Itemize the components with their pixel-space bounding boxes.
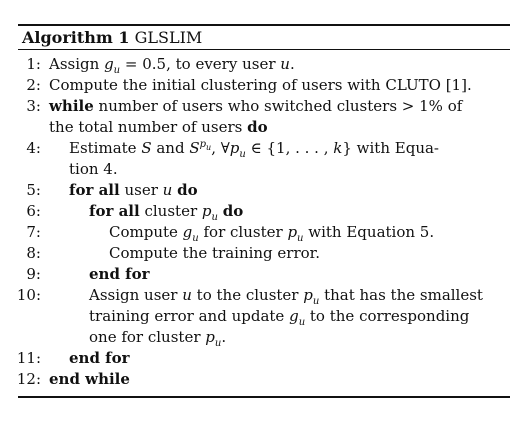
header-rule (18, 49, 510, 50)
step-text: cluster pu (144, 202, 218, 223)
step-2: 2: Compute the initial clustering of use… (0, 75, 520, 96)
top-rule (18, 24, 510, 26)
step-text: Compute the training error. (109, 244, 320, 262)
keyword-end-for: end for (89, 265, 150, 283)
bottom-rule (18, 396, 510, 398)
line-number: 1: (26, 55, 41, 73)
keyword-while: while (49, 97, 94, 115)
keyword-for-all: for all (89, 202, 140, 220)
step-10-continuation: training error and update gu to the corr… (0, 306, 520, 328)
line-number: 6: (26, 202, 41, 220)
step-11: 11: end for (0, 348, 520, 369)
step-5: 5: for all user u do (0, 180, 520, 201)
line-number: 11: (16, 349, 41, 367)
step-text: the total number of users (49, 118, 243, 136)
step-text: Assign gu = 0.5, to every user u. (49, 55, 295, 76)
step-7: 7: Compute gu for cluster pu with Equati… (0, 222, 520, 244)
step-10-continuation: one for cluster pu. (0, 327, 520, 349)
keyword-end-for: end for (69, 349, 130, 367)
step-3: 3: while number of users who switched cl… (0, 96, 520, 117)
step-3-continuation: the total number of users do (0, 117, 520, 138)
step-12: 12: end while (0, 369, 520, 390)
step-text: user u (124, 181, 173, 199)
step-text: training error and update gu to the corr… (89, 307, 470, 328)
line-number: 5: (26, 181, 41, 199)
step-4: 4: Estimate S and Spu, ∀pu ∈ {1, . . . ,… (0, 138, 520, 160)
line-number: 9: (26, 265, 41, 283)
step-text: tion 4. (69, 160, 118, 178)
step-text: Compute gu for cluster pu with Equation … (109, 223, 435, 244)
algorithm-name: GLSLIM (134, 28, 203, 47)
line-number: 3: (26, 97, 41, 115)
line-number: 8: (26, 244, 41, 262)
line-number: 4: (26, 139, 41, 157)
step-6: 6: for all cluster pu do (0, 201, 520, 223)
line-number: 12: (16, 370, 41, 388)
step-text: Compute the initial clustering of users … (49, 76, 472, 94)
algorithm-body: 1: Assign gu = 0.5, to every user u. 2: … (0, 54, 520, 390)
step-9: 9: end for (0, 264, 520, 285)
step-4-continuation: tion 4. (0, 159, 520, 180)
algorithm-title: Algorithm 1 GLSLIM (22, 28, 202, 48)
step-text: one for cluster pu. (89, 328, 227, 349)
keyword-for-all: for all (69, 181, 120, 199)
line-number: 10: (16, 286, 41, 304)
keyword-do: do (177, 181, 198, 199)
algorithm-label: Algorithm 1 (22, 28, 130, 47)
line-number: 7: (26, 223, 41, 241)
keyword-end-while: end while (49, 370, 130, 388)
step-10: 10: Assign user u to the cluster pu that… (0, 285, 520, 307)
step-1: 1: Assign gu = 0.5, to every user u. (0, 54, 520, 76)
keyword-do: do (222, 202, 244, 220)
step-8: 8: Compute the training error. (0, 243, 520, 264)
step-text: number of users who switched clusters > … (98, 97, 463, 115)
line-number: 2: (26, 76, 41, 94)
step-text: Estimate S and Spu, ∀pu ∈ {1, . . . , k}… (69, 139, 439, 160)
step-text: Assign user u to the cluster pu that has… (89, 286, 483, 307)
keyword-do: do (247, 118, 268, 136)
